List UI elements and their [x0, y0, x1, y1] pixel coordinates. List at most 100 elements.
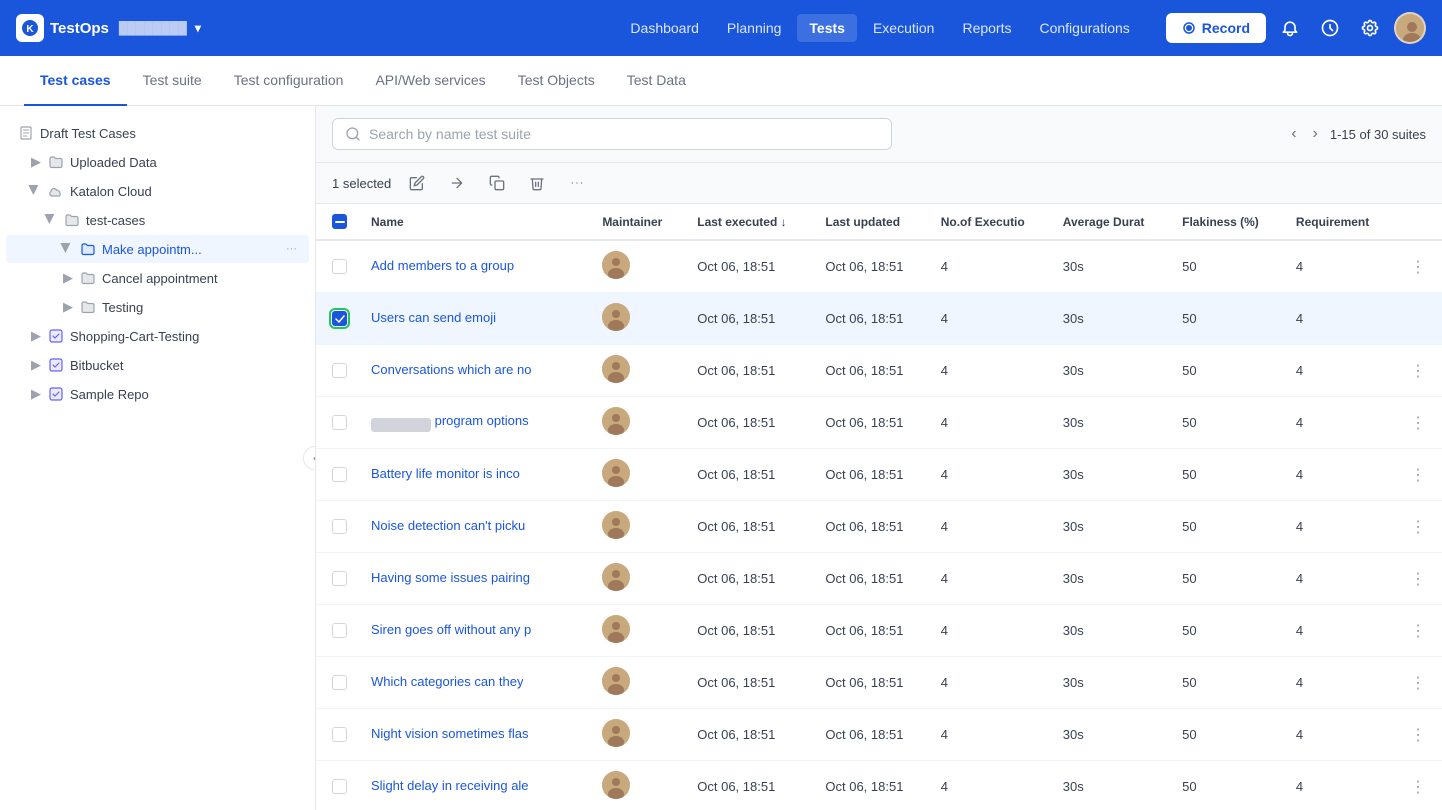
- row-more-actions[interactable]: ⋮: [1406, 465, 1430, 486]
- row-checkbox[interactable]: [332, 779, 347, 794]
- cancel-appointment-folder-icon: [80, 270, 96, 286]
- test-case-name[interactable]: Night vision sometimes flas: [371, 726, 529, 741]
- maintainer-avatar: [602, 667, 630, 695]
- row-more-actions[interactable]: ⋮: [1406, 517, 1430, 538]
- row-more-actions[interactable]: ⋮: [1406, 673, 1430, 694]
- row-checkbox[interactable]: [332, 623, 347, 638]
- tab-test-cases[interactable]: Test cases: [24, 56, 127, 106]
- sidebar-item-cancel-appointment[interactable]: ▶ Cancel appointment: [6, 264, 309, 292]
- tab-test-configuration[interactable]: Test configuration: [218, 56, 360, 106]
- maintainer-avatar: [602, 251, 630, 279]
- nav-configurations[interactable]: Configurations: [1027, 14, 1141, 42]
- col-flakiness: Flakiness (%): [1170, 204, 1284, 240]
- search-input[interactable]: [369, 126, 879, 142]
- row-name-cell: Noise detection can't picku: [359, 501, 590, 553]
- row-checkbox[interactable]: [332, 311, 347, 326]
- tab-api-web-services[interactable]: API/Web services: [359, 56, 501, 106]
- nav-execution[interactable]: Execution: [861, 14, 946, 42]
- search-box[interactable]: [332, 118, 892, 150]
- app-logo[interactable]: K TestOps ████████ ▾: [16, 14, 201, 42]
- row-actions-cell: ⋮: [1394, 501, 1442, 553]
- nav-reports[interactable]: Reports: [950, 14, 1023, 42]
- tab-test-suite[interactable]: Test suite: [127, 56, 218, 106]
- test-case-name[interactable]: Slight delay in receiving ale: [371, 778, 529, 793]
- sidebar-item-shopping-cart[interactable]: ▶ Shopping-Cart-Testing: [6, 322, 309, 350]
- row-checkbox[interactable]: [332, 519, 347, 534]
- action-copy-button[interactable]: [483, 171, 511, 195]
- row-name-cell: Battery life monitor is inco: [359, 449, 590, 501]
- action-delete-button[interactable]: [523, 171, 551, 195]
- sidebar-item-bitbucket[interactable]: ▶ Bitbucket: [6, 351, 309, 379]
- sidebar-collapse-button[interactable]: ‹: [303, 446, 316, 470]
- test-case-name[interactable]: Having some issues pairing: [371, 570, 530, 585]
- action-more-button[interactable]: [563, 171, 591, 195]
- row-checkbox[interactable]: [332, 727, 347, 742]
- test-case-name[interactable]: Battery life monitor is inco: [371, 466, 520, 481]
- test-case-name[interactable]: Add members to a group: [371, 258, 514, 273]
- row-actions-cell: ⋮: [1394, 709, 1442, 761]
- row-duration-cell: 30s: [1051, 293, 1170, 345]
- action-edit-button[interactable]: [403, 171, 431, 195]
- sidebar-item-make-appointment[interactable]: ▶ Make appointm... ···: [6, 235, 309, 263]
- test-case-name[interactable]: Which categories can they: [371, 674, 523, 689]
- row-checkbox[interactable]: [332, 675, 347, 690]
- sidebar-item-draft-test-cases[interactable]: Draft Test Cases: [6, 119, 309, 147]
- search-icon: [345, 126, 361, 142]
- notifications-button[interactable]: [1274, 12, 1306, 44]
- row-checkbox[interactable]: [332, 259, 347, 274]
- sidebar-item-uploaded-data[interactable]: ▶ Uploaded Data: [6, 148, 309, 176]
- test-case-name[interactable]: Siren goes off without any p: [371, 622, 531, 637]
- row-more-actions[interactable]: ⋮: [1406, 725, 1430, 746]
- col-name: Name: [359, 204, 590, 240]
- pagination-next-button[interactable]: ›: [1309, 123, 1322, 145]
- col-duration: Average Durat: [1051, 204, 1170, 240]
- col-checkbox[interactable]: [316, 204, 359, 240]
- row-last_executed-cell: Oct 06, 18:51: [685, 397, 813, 449]
- maintainer-avatar: [602, 303, 630, 331]
- pagination-prev-button[interactable]: ‹: [1287, 123, 1300, 145]
- row-more-actions[interactable]: ⋮: [1406, 413, 1430, 434]
- test-case-name[interactable]: program options: [435, 413, 529, 428]
- nav-dashboard[interactable]: Dashboard: [618, 14, 711, 42]
- tab-test-data[interactable]: Test Data: [611, 56, 702, 106]
- row-checkbox[interactable]: [332, 363, 347, 378]
- row-last_executed-cell: Oct 06, 18:51: [685, 657, 813, 709]
- testing-chevron: ▶: [62, 301, 74, 313]
- history-button[interactable]: [1314, 12, 1346, 44]
- nav-planning[interactable]: Planning: [715, 14, 794, 42]
- sidebar-item-testing[interactable]: ▶ Testing: [6, 293, 309, 321]
- col-last-executed[interactable]: Last executed ↓: [685, 204, 813, 240]
- row-flakiness-cell: 50: [1170, 709, 1284, 761]
- tab-test-objects[interactable]: Test Objects: [502, 56, 611, 106]
- table-row: Having some issues pairingOct 06, 18:51O…: [316, 553, 1442, 605]
- row-more-actions[interactable]: ⋮: [1406, 361, 1430, 382]
- row-checkbox[interactable]: [332, 415, 347, 430]
- test-cases-table: Name Maintainer Last executed ↓ Last upd…: [316, 204, 1442, 810]
- user-avatar[interactable]: [1394, 12, 1426, 44]
- row-checkbox[interactable]: [332, 571, 347, 586]
- row-name-cell: Users can send emoji: [359, 293, 590, 345]
- bitbucket-repo-icon: [48, 357, 64, 373]
- header-checkbox[interactable]: [332, 214, 347, 229]
- row-more-actions[interactable]: ⋮: [1406, 569, 1430, 590]
- row-more-actions[interactable]: ⋮: [1406, 257, 1430, 278]
- sidebar-item-test-cases[interactable]: ▶ test-cases: [6, 206, 309, 234]
- pagination-info: ‹ › 1-15 of 30 suites: [1287, 123, 1426, 145]
- action-move-button[interactable]: [443, 171, 471, 195]
- brand-dropdown-icon[interactable]: ▾: [195, 21, 201, 35]
- row-requirement-cell: 4: [1284, 761, 1394, 810]
- row-maintainer-cell: [590, 240, 685, 293]
- sidebar-item-katalon-cloud[interactable]: ▶ Katalon Cloud: [6, 177, 309, 205]
- test-case-name[interactable]: Users can send emoji: [371, 310, 496, 325]
- row-last_updated-cell: Oct 06, 18:51: [813, 761, 928, 810]
- settings-button[interactable]: [1354, 12, 1386, 44]
- test-case-name[interactable]: Conversations which are no: [371, 362, 531, 377]
- nav-tests[interactable]: Tests: [797, 14, 857, 42]
- sidebar-item-sample-repo[interactable]: ▶ Sample Repo: [6, 380, 309, 408]
- record-button[interactable]: Record: [1166, 13, 1266, 43]
- test-case-name[interactable]: Noise detection can't picku: [371, 518, 525, 533]
- table-row: Slight delay in receiving ale Oct 06, 18:…: [316, 761, 1442, 810]
- row-more-actions[interactable]: ⋮: [1406, 777, 1430, 798]
- row-more-actions[interactable]: ⋮: [1406, 621, 1430, 642]
- row-checkbox[interactable]: [332, 467, 347, 482]
